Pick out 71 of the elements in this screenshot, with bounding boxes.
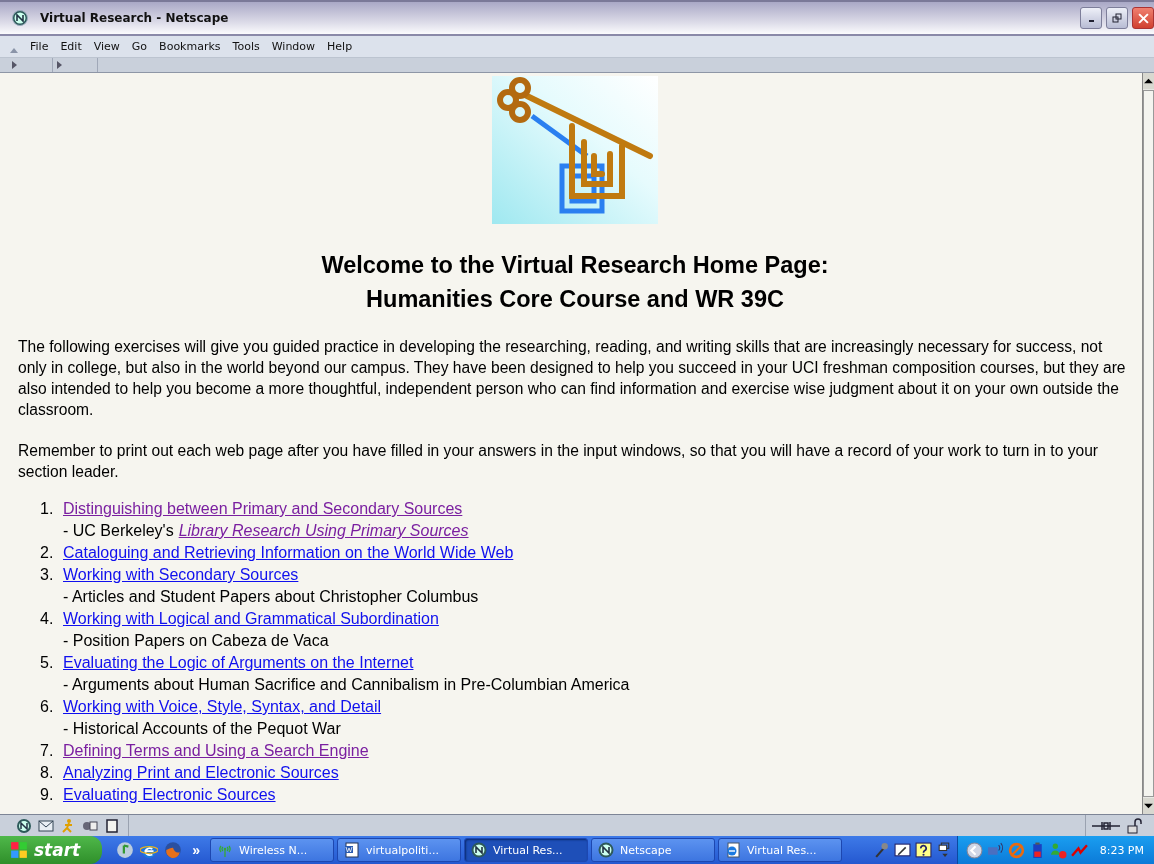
item-number: 7. [40,741,55,761]
taskbar-button[interactable]: Virtual Res... [718,838,843,862]
page-heading: Welcome to the Virtual Research Home Page: [321,251,829,280]
netscape-logo-icon [471,842,488,858]
menu-item[interactable]: View [87,40,126,53]
menu-item[interactable]: Tools [226,40,266,53]
exercise-link[interactable]: Analyzing Print and Electronic Sources [63,764,339,781]
minimize-icon [1088,20,1094,22]
item-number: 5. [40,653,55,673]
connection-plug-icon [1092,819,1120,832]
mail-icon[interactable] [38,817,54,834]
taskbar-button[interactable]: Wireless N... [210,838,335,862]
exercise-note: - UC Berkeley's [63,521,174,541]
exercise-link[interactable]: Defining Terms and Using a Search Engine [63,742,369,759]
close-icon [1137,12,1149,24]
help-icon[interactable] [914,841,932,859]
padlock-icon [1126,817,1142,834]
triangle-icon [12,61,17,69]
page-heading: Humanities Core Course and WR 39C [366,285,784,314]
restore-button[interactable] [1106,7,1128,29]
menu-item[interactable]: Bookmarks [153,40,227,53]
word-document-icon [344,842,361,858]
netscape-logo-icon [12,10,28,26]
menu-item[interactable]: Window [265,40,322,53]
scroll-down-icon[interactable] [1143,798,1154,814]
exercise-link[interactable]: Working with Voice, Style, Syntax, and Detail [63,698,382,715]
pen-tablet-icon[interactable] [893,841,911,859]
exercise-link[interactable]: Working with Secondary Sources [63,566,299,583]
more-icons-button[interactable]: » [192,842,201,858]
taskbar-button[interactable]: Netscape [591,838,716,862]
restore-icon [1112,13,1122,23]
window-title: Virtual Research - Netscape [40,11,229,25]
exercise-link[interactable]: Cataloguing and Retrieving Information on the World Wide Web [63,544,514,561]
clock: 8:23 PM [1099,843,1144,857]
exercise-link[interactable]: Evaluating the Logic of Arguments on the Internet [63,654,414,671]
resource-link[interactable]: Library Research Using Primary Sources [178,520,469,542]
item-number: 3. [40,565,55,585]
scroll-up-icon[interactable] [1143,73,1154,89]
item-number: 1. [40,499,55,519]
close-button[interactable] [1132,7,1154,29]
exercise-link[interactable]: Working with Logical and Grammatical Subordination [63,610,439,627]
menu-item[interactable]: Help [321,40,359,53]
web-page-icon [725,842,742,858]
intro-paragraph: Remember to print out each web page after you have filled in your answers in the input windows, so that you will have a record of your work to turn in to your section leader. [18,441,1099,482]
exercise-link[interactable]: Evaluating Electronic Sources [63,786,276,803]
windows-logo-icon [10,841,28,859]
intro-paragraph: The following exercises will give you guided practice in developing the researching, reading, and writing skills that are increasingly necessary for success, not only in college, but also in the world beyond our campus. They have been designed to help you succeed in your UCI freshman composition courses, but they are also intended to help you become a more thoughtful, independent person who can find information and exercise wise judgment about it on your own outside the classroom. [18,337,1127,420]
globe-fox-icon[interactable] [164,841,183,859]
exercise-note: - Position Papers on Cabeza de Vaca [63,631,329,651]
triangle-icon [57,61,62,69]
minimize-button[interactable] [1080,7,1102,29]
menu-item[interactable]: Go [125,40,154,53]
exercise-note: - Articles and Student Papers about Christopher Columbus [63,587,479,607]
exercise-note: - Arguments about Human Sacrifice and Cannibalism in Pre-Columbian America [63,675,630,695]
exercise-note: - Historical Accounts of the Pequot War [63,719,341,739]
netscape-logo-icon [598,842,615,858]
taskbar-button[interactable]: virtualpoliti... [337,838,462,862]
browser-e-icon[interactable] [140,841,159,859]
notepad-icon[interactable] [104,817,120,834]
collapse-grip-icon[interactable] [10,46,18,53]
menu-item[interactable]: Edit [54,40,88,53]
item-number: 8. [40,763,55,783]
taskbar-button[interactable]: Virtual Res... [464,838,589,862]
item-number: 6. [40,697,55,717]
item-number: 9. [40,785,55,805]
item-number: 4. [40,609,55,629]
netscape-logo-icon[interactable] [16,817,32,834]
item-number: 2. [40,543,55,563]
expand-tray-icon[interactable] [965,841,983,859]
menu-item[interactable]: File [24,40,55,53]
exercise-link[interactable]: Distinguishing between Primary and Secondary Sources [63,500,463,517]
